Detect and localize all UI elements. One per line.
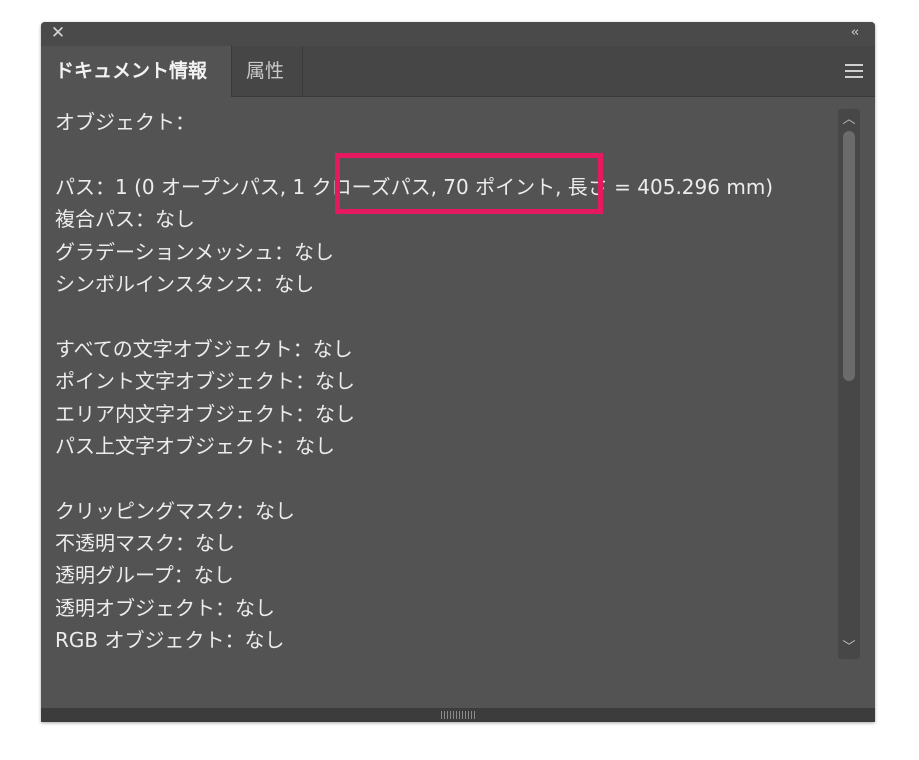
- tab-document-info[interactable]: ドキュメント情報: [41, 46, 232, 97]
- menu-bar-line: [845, 64, 863, 66]
- info-line-blank: [55, 462, 835, 494]
- info-line: RGB オブジェクト：なし: [55, 628, 285, 653]
- info-line: 不透明マスク：なし: [55, 531, 235, 556]
- menu-bar-line: [845, 76, 863, 78]
- vertical-scrollbar[interactable]: ︿ ﹀: [838, 109, 860, 659]
- tab-bar: ドキュメント情報 属性: [41, 46, 875, 97]
- info-line: クリッピングマスク：なし: [55, 498, 295, 523]
- info-line: オブジェクト：: [55, 110, 195, 134]
- info-line: 透明グループ：なし: [55, 563, 234, 588]
- panel-menu-icon[interactable]: [845, 64, 863, 78]
- info-line: 透明オブジェクト：なし: [55, 595, 275, 620]
- info-line-path: パス：1 (0 オープンパス, 1 クローズパス, 70 ポイント, 長さ = …: [55, 174, 774, 199]
- scroll-down-icon[interactable]: ﹀: [838, 639, 860, 657]
- info-line-blank: [55, 300, 835, 332]
- menu-bar-line: [845, 70, 863, 72]
- info-line: パス上文字オブジェクト：なし: [55, 433, 335, 458]
- collapse-icon[interactable]: ‹‹: [845, 25, 863, 41]
- info-content: オブジェクト： パス：1 (0 オープンパス, 1 クローズパス, 70 ポイン…: [55, 106, 835, 666]
- scroll-up-icon[interactable]: ︿: [838, 111, 860, 129]
- info-line: シンボルインスタンス：なし: [55, 271, 315, 296]
- info-line: グラデーションメッシュ：なし: [55, 239, 334, 264]
- scrollbar-thumb[interactable]: [843, 131, 855, 381]
- document-info-panel: ✕ ‹‹ ドキュメント情報 属性 オブジェクト： パス：1 (0 オープンパス,…: [41, 22, 875, 722]
- tab-attributes[interactable]: 属性: [232, 46, 303, 96]
- panel-titlebar: ✕ ‹‹: [41, 22, 875, 46]
- info-line-blank: [55, 138, 835, 170]
- info-line: すべての文字オブジェクト：なし: [55, 336, 353, 361]
- panel-resize-bar[interactable]: [41, 708, 875, 722]
- info-line: エリア内文字オブジェクト：なし: [55, 401, 355, 426]
- info-line: 複合パス：なし: [55, 207, 195, 232]
- close-icon[interactable]: ✕: [50, 25, 66, 42]
- resize-grip-icon[interactable]: [441, 711, 475, 719]
- info-line: ポイント文字オブジェクト：なし: [55, 369, 355, 394]
